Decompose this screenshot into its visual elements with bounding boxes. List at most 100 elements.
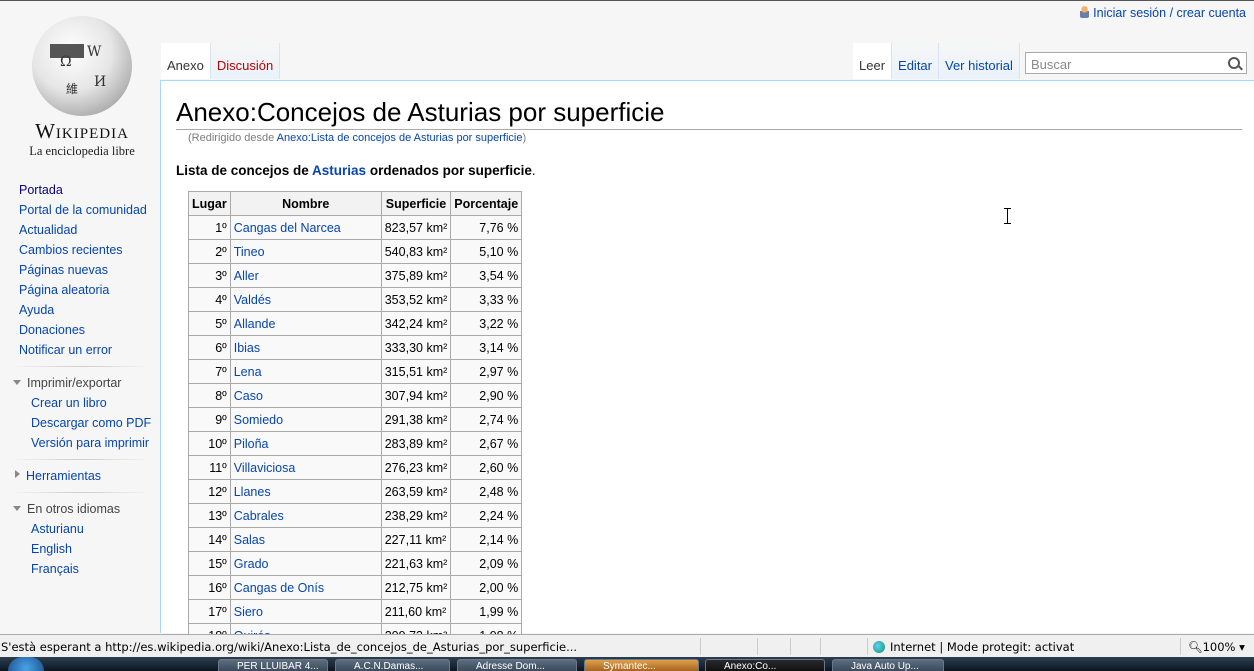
cell-nombre: Cabrales bbox=[229, 503, 382, 528]
tab-anexo[interactable]: Anexo bbox=[161, 43, 211, 79]
sidebar-divider bbox=[12, 366, 150, 367]
print-export-heading: Imprimir/exportar bbox=[27, 376, 122, 390]
intro-paragraph: Lista de concejos de Asturias ordenados … bbox=[176, 163, 536, 178]
languages-toggle[interactable]: En otros idiomas bbox=[0, 499, 160, 519]
table-row: 17º Siero 211,60 km² 1,99 % bbox=[188, 599, 523, 624]
cell-superficie: 315,51 km² bbox=[380, 359, 452, 384]
cell-superficie: 238,29 km² bbox=[380, 503, 452, 528]
redirect-link[interactable]: Anexo:Lista de concejos de Asturias por … bbox=[277, 132, 523, 144]
concejo-link[interactable]: Cangas del Narcea bbox=[234, 221, 341, 235]
cell-lugar: 11º bbox=[188, 455, 231, 480]
cell-porcentaje: 1,99 % bbox=[450, 599, 523, 624]
wikipedia-logo[interactable]: Ω W И 維 Wikipedia La enciclopedia libre bbox=[14, 12, 150, 158]
concejo-link[interactable]: Salas bbox=[234, 533, 265, 547]
cell-superficie: 211,60 km² bbox=[380, 599, 452, 624]
tab-leer[interactable]: Leer bbox=[853, 43, 893, 79]
concejo-link[interactable]: Tineo bbox=[234, 245, 265, 259]
table-row: 12º Llanes 263,59 km² 2,48 % bbox=[188, 479, 523, 504]
sidebar-item-cambios-recientes[interactable]: Cambios recientes bbox=[0, 240, 160, 260]
taskbar-button[interactable]: Anexo:Co... bbox=[705, 659, 825, 671]
tools-toggle[interactable]: Herramientas bbox=[0, 466, 160, 486]
table-row: 14º Salas 227,11 km² 2,14 % bbox=[188, 527, 523, 552]
sidebar-item-paginas-nuevas[interactable]: Páginas nuevas bbox=[0, 260, 160, 280]
cell-porcentaje: 2,60 % bbox=[450, 455, 523, 480]
header-lugar: Lugar bbox=[188, 191, 231, 216]
status-bar: S'està esperant a http://es.wikipedia.or… bbox=[0, 634, 1254, 658]
cell-lugar: 8º bbox=[188, 383, 231, 408]
tab-editar[interactable]: Editar bbox=[892, 43, 939, 79]
cell-superficie: 212,75 km² bbox=[380, 575, 452, 600]
namespace-tabs: Anexo Discusión bbox=[161, 43, 281, 80]
concejo-link[interactable]: Cabrales bbox=[234, 509, 284, 523]
tools-heading[interactable]: Herramientas bbox=[26, 469, 101, 483]
cell-porcentaje: 3,54 % bbox=[450, 263, 523, 288]
system-tray[interactable] bbox=[960, 659, 1254, 671]
table-row: 7º Lena 315,51 km² 2,97 % bbox=[188, 359, 523, 384]
cell-nombre: Allande bbox=[229, 311, 382, 336]
search-icon[interactable] bbox=[1228, 57, 1240, 69]
cell-superficie: 221,63 km² bbox=[380, 551, 452, 576]
search-box bbox=[1025, 52, 1247, 74]
taskbar-button[interactable]: PER LLUIBAR 4... bbox=[218, 659, 328, 671]
sidebar-item-donaciones[interactable]: Donaciones bbox=[0, 320, 160, 340]
sidebar-item-notificar-error[interactable]: Notificar un error bbox=[0, 340, 160, 360]
tab-discusion[interactable]: Discusión bbox=[210, 43, 281, 79]
table-row: 9º Somiedo 291,38 km² 2,74 % bbox=[188, 407, 523, 432]
cell-porcentaje: 2,48 % bbox=[450, 479, 523, 504]
taskbar-button[interactable]: Java Auto Up... bbox=[832, 659, 944, 671]
concejo-link[interactable]: Somiedo bbox=[234, 413, 283, 427]
sidebar-item-portada[interactable]: Portada bbox=[0, 180, 160, 200]
taskbar-button[interactable]: A.C.N.Damas... bbox=[335, 659, 450, 671]
search-input[interactable] bbox=[1029, 54, 1223, 74]
chevron-down-icon bbox=[13, 506, 21, 511]
start-button[interactable] bbox=[8, 657, 44, 671]
sidebar-item-crear-libro[interactable]: Crear un libro bbox=[0, 393, 160, 413]
asturias-link[interactable]: Asturias bbox=[312, 163, 366, 178]
status-message: S'està esperant a http://es.wikipedia.or… bbox=[1, 640, 578, 654]
taskbar-button[interactable]: Adresse Dom... bbox=[457, 659, 577, 671]
sidebar-item-actualidad[interactable]: Actualidad bbox=[0, 220, 160, 240]
sidebar-divider bbox=[12, 492, 150, 493]
cell-nombre: Ibias bbox=[229, 335, 382, 360]
cell-superficie: 283,89 km² bbox=[380, 431, 452, 456]
lang-english[interactable]: English bbox=[0, 539, 160, 559]
sidebar-item-descargar-pdf[interactable]: Descargar como PDF bbox=[0, 413, 160, 433]
lang-asturianu[interactable]: Asturianu bbox=[0, 519, 160, 539]
page-title: Anexo:Concejos de Asturias por superfici… bbox=[176, 97, 1242, 130]
concejo-link[interactable]: Llanes bbox=[234, 485, 271, 499]
concejo-link[interactable]: Valdés bbox=[234, 293, 271, 307]
concejo-link[interactable]: Caso bbox=[234, 389, 263, 403]
cell-superficie: 333,30 km² bbox=[380, 335, 452, 360]
table-row: 1º Cangas del Narcea 823,57 km² 7,76 % bbox=[188, 215, 523, 240]
concejo-link[interactable]: Allande bbox=[234, 317, 276, 331]
lang-francais[interactable]: Français bbox=[0, 559, 160, 579]
view-tabs: Leer Editar Ver historial bbox=[853, 43, 1020, 80]
zoom-level[interactable]: 🔍︎100% ▾ bbox=[1188, 640, 1245, 654]
concejo-link[interactable]: Ibias bbox=[234, 341, 260, 355]
concejo-link[interactable]: Lena bbox=[234, 365, 262, 379]
text-cursor bbox=[1004, 208, 1011, 224]
chevron-down-icon bbox=[13, 380, 21, 385]
login-link[interactable]: Iniciar sesión / crear cuenta bbox=[1093, 6, 1246, 20]
sidebar-item-pagina-aleatoria[interactable]: Página aleatoria bbox=[0, 280, 160, 300]
concejo-link[interactable]: Aller bbox=[234, 269, 259, 283]
security-zone[interactable]: Internet | Mode protegit: activat bbox=[873, 640, 1074, 654]
cell-porcentaje: 3,22 % bbox=[450, 311, 523, 336]
cell-porcentaje: 3,14 % bbox=[450, 335, 523, 360]
concejo-link[interactable]: Villaviciosa bbox=[234, 461, 296, 475]
tab-ver-historial[interactable]: Ver historial bbox=[939, 43, 1020, 79]
sidebar-divider bbox=[12, 459, 150, 460]
concejo-link[interactable]: Grado bbox=[234, 557, 269, 571]
sidebar-item-ayuda[interactable]: Ayuda bbox=[0, 300, 160, 320]
cell-lugar: 15º bbox=[188, 551, 231, 576]
concejo-link[interactable]: Siero bbox=[234, 605, 263, 619]
cell-porcentaje: 2,74 % bbox=[450, 407, 523, 432]
sidebar-item-portal-comunidad[interactable]: Portal de la comunidad bbox=[0, 200, 160, 220]
cell-lugar: 4º bbox=[188, 287, 231, 312]
taskbar-button[interactable]: Symantec... bbox=[584, 659, 699, 671]
print-export-toggle[interactable]: Imprimir/exportar bbox=[0, 373, 160, 393]
concejo-link[interactable]: Cangas de Onís bbox=[234, 581, 324, 595]
concejo-link[interactable]: Piloña bbox=[234, 437, 269, 451]
cell-lugar: 9º bbox=[188, 407, 231, 432]
sidebar-item-version-imprimir[interactable]: Versión para imprimir bbox=[0, 433, 160, 453]
